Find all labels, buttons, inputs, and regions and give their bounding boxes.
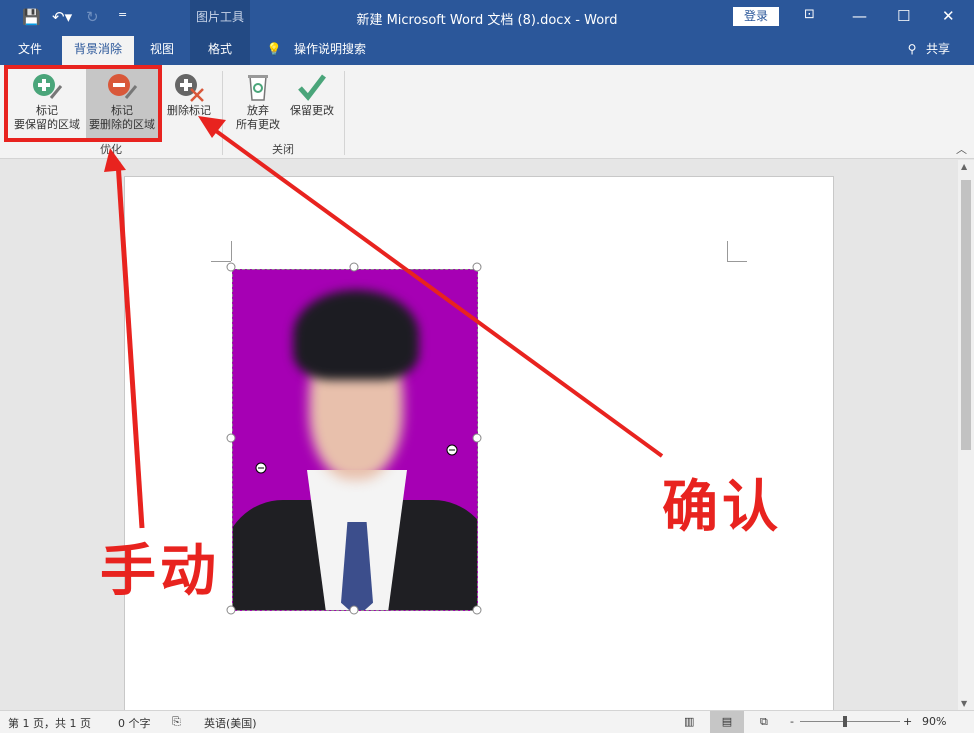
- annotation-confirm: 确认: [662, 475, 782, 540]
- scrollbar-thumb[interactable]: [961, 180, 971, 450]
- arrow-confirm: [210, 126, 664, 458]
- arrow-manual: [115, 161, 145, 529]
- vertical-scrollbar[interactable]: ▲ ▼: [958, 160, 974, 710]
- proofing-icon[interactable]: ⎘: [172, 715, 181, 729]
- zoom-out-button[interactable]: -: [790, 715, 794, 728]
- annotation-arrows: [104, 116, 664, 615]
- language[interactable]: 英语(美国): [204, 715, 257, 731]
- web-layout-icon[interactable]: ⧉: [760, 715, 768, 729]
- read-mode-icon[interactable]: ▥: [684, 715, 694, 728]
- zoom-slider[interactable]: [800, 721, 900, 722]
- remove-marks: [255, 444, 458, 474]
- zoom-slider-thumb[interactable]: [843, 716, 847, 727]
- status-bar: 第 1 页，共 1 页 0 个字 ⎘ 英语(美国) ▥ ▤ ⧉ - + 90%: [0, 710, 974, 733]
- print-layout-icon[interactable]: ▤: [710, 711, 744, 733]
- zoom-in-button[interactable]: +: [903, 715, 912, 728]
- zoom-level[interactable]: 90%: [922, 715, 946, 728]
- word-count[interactable]: 0 个字: [118, 715, 151, 731]
- annotation-manual: 手动: [100, 539, 220, 604]
- page-count[interactable]: 第 1 页，共 1 页: [8, 715, 91, 731]
